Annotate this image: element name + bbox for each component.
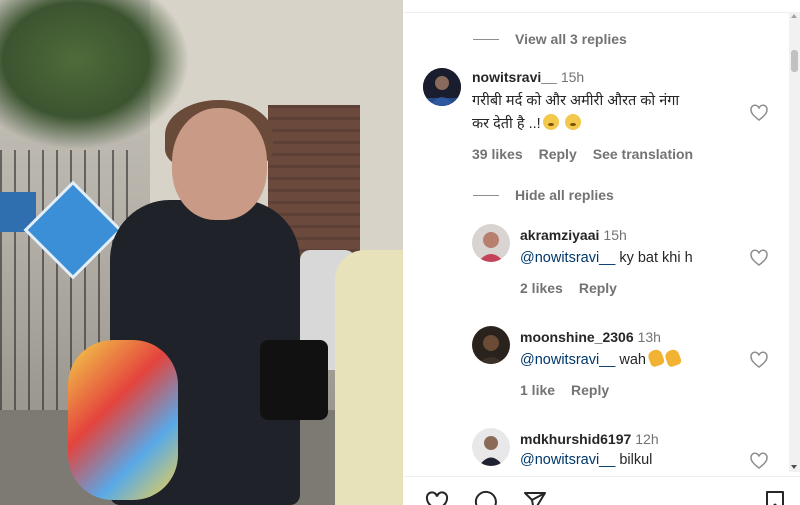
replies-dash xyxy=(473,38,499,40)
comment-icon[interactable] xyxy=(472,490,500,505)
photo-plants xyxy=(0,0,190,150)
like-comment-heart-icon[interactable] xyxy=(749,103,769,123)
photo-face xyxy=(172,108,267,220)
comments-panel[interactable]: View all 3 replies nowitsravi__ 15h गरीबी… xyxy=(403,0,800,505)
replies-dash xyxy=(473,194,499,196)
reply-button[interactable]: Reply xyxy=(579,280,617,296)
photo-backpack xyxy=(68,340,178,500)
avatar[interactable] xyxy=(472,428,510,466)
post-action-bar xyxy=(403,476,800,505)
comment-text-line2: कर देती है ..! xyxy=(472,116,541,132)
comments-scrollbar[interactable] xyxy=(789,12,800,472)
reply-time[interactable]: 15h xyxy=(603,227,626,243)
reply-text: @nowitsravi__ bilkul xyxy=(520,449,652,472)
avatar[interactable] xyxy=(472,326,510,364)
reply-username[interactable]: mdkhurshid6197 xyxy=(520,431,631,447)
reply-username[interactable]: akramziyaai xyxy=(520,227,599,243)
reply-username[interactable]: moonshine_2306 xyxy=(520,329,634,345)
reply-mention[interactable]: @nowitsravi__ xyxy=(520,250,615,266)
photo-handbag xyxy=(260,340,328,420)
reply-time[interactable]: 13h xyxy=(638,329,661,345)
reply-meta: 2 likes Reply xyxy=(520,280,617,296)
reply-mention[interactable]: @nowitsravi__ xyxy=(520,352,615,368)
hide-replies-button[interactable]: Hide all replies xyxy=(473,187,614,203)
reply-mention[interactable]: @nowitsravi__ xyxy=(520,452,615,468)
reply-button[interactable]: Reply xyxy=(539,146,577,162)
comment-time[interactable]: 15h xyxy=(561,69,584,85)
avatar[interactable] xyxy=(423,68,461,106)
reply-body: ky bat khi h xyxy=(619,250,693,266)
flushed-emoji-icon xyxy=(564,114,581,130)
bookmark-icon[interactable] xyxy=(763,490,787,505)
photo-person xyxy=(335,250,403,505)
reply-likes[interactable]: 2 likes xyxy=(520,280,563,296)
scrollbar-thumb[interactable] xyxy=(791,50,798,72)
share-icon[interactable] xyxy=(521,490,549,505)
post-photo[interactable] xyxy=(0,0,403,505)
comment-meta: 39 likes Reply See translation xyxy=(472,146,693,162)
reply-time[interactable]: 12h xyxy=(635,431,658,447)
like-reply-heart-icon[interactable] xyxy=(749,350,769,370)
comment-text: गरीबी मर्द को और अमीरी औरत को नंगा कर दे… xyxy=(472,90,742,136)
divider xyxy=(403,12,789,13)
view-replies-label: View all 3 replies xyxy=(515,31,627,47)
comment-username[interactable]: nowitsravi__ xyxy=(472,69,557,85)
avatar[interactable] xyxy=(472,224,510,262)
scroll-up-arrow-icon[interactable] xyxy=(791,14,797,18)
see-translation-button[interactable]: See translation xyxy=(593,146,693,162)
reply-body: bilkul xyxy=(619,452,653,468)
hide-replies-label: Hide all replies xyxy=(515,187,614,203)
scroll-down-arrow-icon[interactable] xyxy=(791,465,797,469)
reply-body: wah xyxy=(619,352,646,368)
clapping-hands-icon xyxy=(646,348,666,368)
like-reply-heart-icon[interactable] xyxy=(749,248,769,268)
heart-icon[interactable] xyxy=(423,490,451,505)
comment-text-line1: गरीबी मर्द को और अमीरी औरत को नंगा xyxy=(472,93,680,109)
flushed-emoji-icon xyxy=(542,114,559,130)
reply-likes[interactable]: 1 like xyxy=(520,382,555,398)
reply-button[interactable]: Reply xyxy=(571,382,609,398)
view-replies-button[interactable]: View all 3 replies xyxy=(473,31,627,47)
comment-likes[interactable]: 39 likes xyxy=(472,146,523,162)
reply-text: @nowitsravi__ wah xyxy=(520,348,683,372)
clapping-hands-icon xyxy=(663,348,683,368)
reply-text: @nowitsravi__ ky bat khi h xyxy=(520,247,693,270)
like-reply-heart-icon[interactable] xyxy=(749,451,769,471)
reply-meta: 1 like Reply xyxy=(520,382,609,398)
